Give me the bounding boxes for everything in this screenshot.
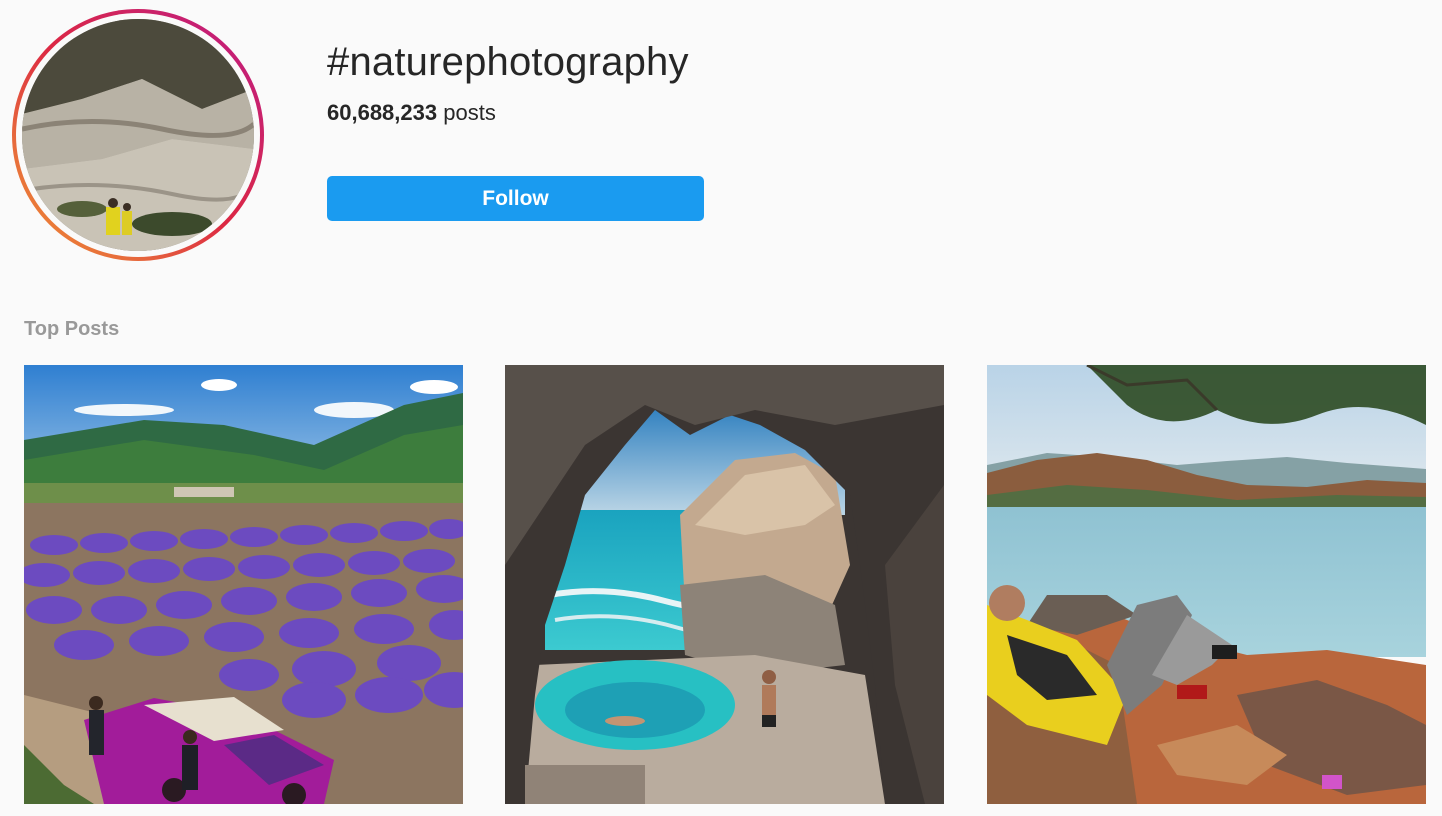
top-post-sea-cave[interactable] <box>505 365 944 804</box>
post-count-suffix: posts <box>443 100 496 125</box>
hashtag-avatar-ring[interactable] <box>12 9 264 261</box>
lake-hiker-resting-photo <box>987 365 1426 804</box>
top-post-lavender-field[interactable] <box>24 365 463 804</box>
hashtag-avatar[interactable] <box>22 19 254 251</box>
hashtag-page: #naturephotography 60,688,233 posts Foll… <box>0 0 1442 816</box>
lavender-field-car-photo <box>24 365 463 804</box>
hashtag-title: #naturephotography <box>327 40 689 84</box>
post-count-number: 60,688,233 <box>327 100 438 125</box>
follow-button[interactable]: Follow <box>327 176 704 221</box>
sea-cave-lagoon-photo <box>505 365 944 804</box>
top-post-lake-hiker[interactable] <box>987 365 1426 804</box>
top-posts-heading: Top Posts <box>24 318 120 340</box>
post-count: 60,688,233 posts <box>327 100 496 126</box>
